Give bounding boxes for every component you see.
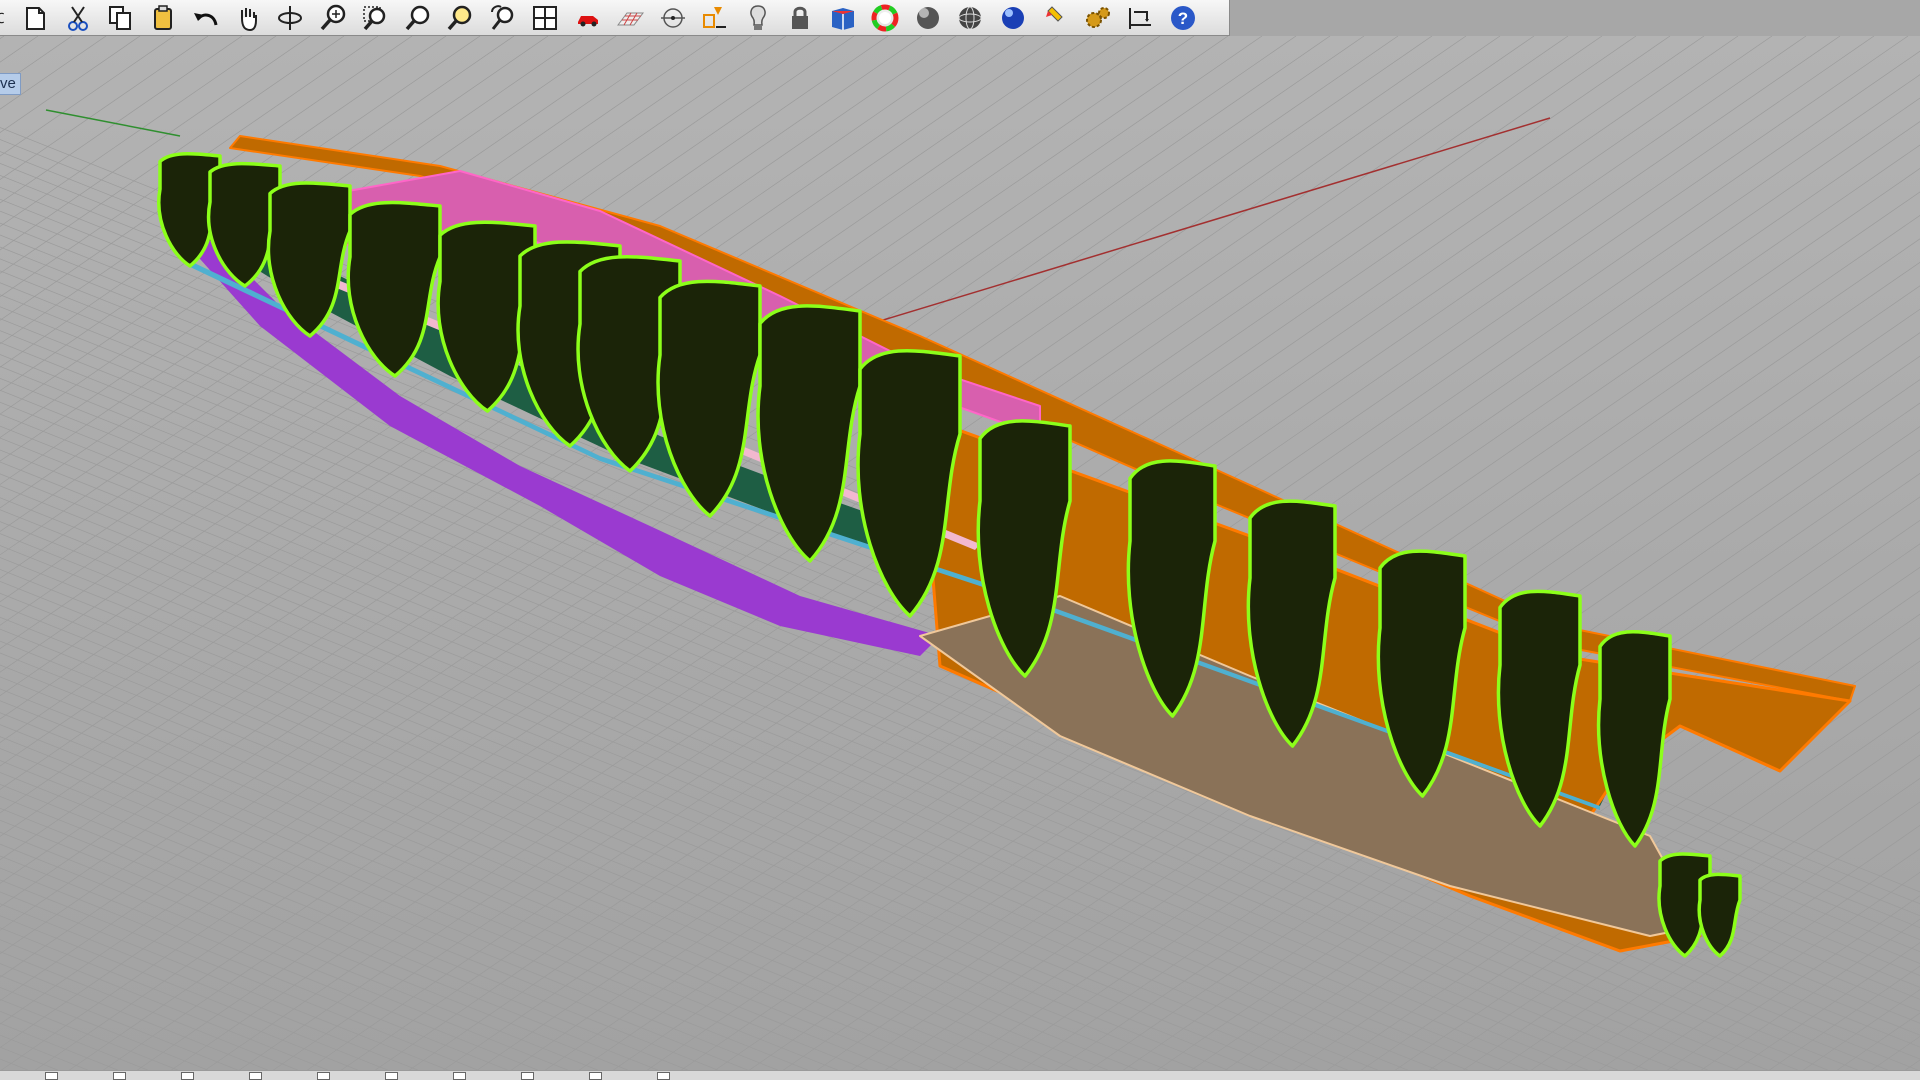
wireframe-sphere-icon xyxy=(958,6,982,29)
osnap-checkbox[interactable] xyxy=(589,1071,602,1080)
undo-icon xyxy=(194,12,218,25)
paste-icon xyxy=(153,4,172,30)
render-sphere-icon xyxy=(1001,6,1024,29)
select-objects-button[interactable] xyxy=(694,1,737,35)
osnap-toggle[interactable] xyxy=(204,1071,272,1080)
color-wheel-icon xyxy=(871,4,899,31)
dimension-button[interactable] xyxy=(1119,1,1162,35)
osnap-checkbox[interactable] xyxy=(453,1071,466,1080)
car-object-icon xyxy=(577,15,598,26)
osnap-toggle[interactable] xyxy=(612,1071,680,1080)
layer-book-icon xyxy=(831,7,854,30)
rotate-icon xyxy=(278,5,303,30)
main-toolbar: ? xyxy=(0,0,1230,36)
osnap-toggle[interactable] xyxy=(136,1071,204,1080)
four-viewports-icon xyxy=(533,5,558,30)
light-bulb-button[interactable] xyxy=(737,1,780,35)
viewport-title-tab[interactable]: ve xyxy=(0,73,21,95)
settings-gears-icon xyxy=(1085,6,1110,28)
shaded-sphere-icon xyxy=(916,6,939,29)
zoom-selected-button[interactable] xyxy=(439,1,482,35)
osnap-toggle[interactable] xyxy=(272,1071,340,1080)
osnap-toggle[interactable] xyxy=(476,1071,544,1080)
help-icon: ? xyxy=(1170,5,1195,30)
perspective-viewport[interactable]: ve xyxy=(0,36,1920,1071)
pan-hand-button[interactable] xyxy=(227,1,270,35)
light-bulb-icon xyxy=(749,4,766,30)
hull-model-scene xyxy=(0,36,1920,1071)
car-object-button[interactable] xyxy=(567,1,610,35)
new-document-icon xyxy=(26,6,46,30)
grid-plane-icon xyxy=(617,12,645,25)
svg-text:?: ? xyxy=(1178,9,1188,28)
lock-icon xyxy=(792,6,809,29)
osnap-checkbox[interactable] xyxy=(657,1071,670,1080)
rotate-view-button[interactable] xyxy=(0,1,14,35)
zoom-extents-icon xyxy=(405,5,429,30)
osnap-checkbox[interactable] xyxy=(317,1071,330,1080)
zoom-dynamic-button[interactable] xyxy=(312,1,355,35)
osnap-checkbox[interactable] xyxy=(45,1071,58,1080)
osnap-status-bar xyxy=(0,1070,1920,1080)
cut-button[interactable] xyxy=(57,1,100,35)
undo-button[interactable] xyxy=(184,1,227,35)
rotate-view-icon xyxy=(0,12,4,23)
cut-icon xyxy=(67,5,88,31)
osnap-checkbox[interactable] xyxy=(181,1071,194,1080)
osnap-toggle[interactable] xyxy=(0,1071,68,1080)
zoom-dynamic-icon xyxy=(320,4,345,30)
highlighter-icon xyxy=(1046,5,1063,22)
osnap-checkbox[interactable] xyxy=(385,1071,398,1080)
undo-view-button[interactable] xyxy=(482,1,525,35)
color-wheel-button[interactable] xyxy=(864,1,907,35)
copy-button[interactable] xyxy=(99,1,142,35)
osnap-toggle[interactable] xyxy=(340,1071,408,1080)
pan-hand-icon xyxy=(240,7,257,31)
undo-view-icon xyxy=(490,4,513,30)
point-snap-icon xyxy=(660,7,685,28)
zoom-window-icon xyxy=(363,5,386,30)
four-viewports-button[interactable] xyxy=(524,1,567,35)
zoom-selected-icon xyxy=(447,5,472,30)
osnap-checkbox[interactable] xyxy=(249,1071,262,1080)
copy-icon xyxy=(109,5,132,30)
render-sphere-button[interactable] xyxy=(992,1,1035,35)
paste-button[interactable] xyxy=(142,1,185,35)
shaded-sphere-button[interactable] xyxy=(907,1,950,35)
point-snap-button[interactable] xyxy=(652,1,695,35)
grid-plane-button[interactable] xyxy=(609,1,652,35)
help-button[interactable]: ? xyxy=(1162,1,1205,35)
osnap-toggle[interactable] xyxy=(408,1071,476,1080)
osnap-toggle[interactable] xyxy=(544,1071,612,1080)
osnap-checkbox[interactable] xyxy=(521,1071,534,1080)
highlighter-button[interactable] xyxy=(1034,1,1077,35)
settings-gears-button[interactable] xyxy=(1077,1,1120,35)
select-objects-icon xyxy=(703,6,727,28)
dimension-icon xyxy=(1129,7,1152,29)
layer-book-button[interactable] xyxy=(822,1,865,35)
osnap-checkbox[interactable] xyxy=(113,1071,126,1080)
new-document-button[interactable] xyxy=(14,1,57,35)
rotate-button[interactable] xyxy=(269,1,312,35)
zoom-extents-button[interactable] xyxy=(397,1,440,35)
zoom-window-button[interactable] xyxy=(354,1,397,35)
lock-button[interactable] xyxy=(779,1,822,35)
osnap-toggle[interactable] xyxy=(68,1071,136,1080)
wireframe-sphere-button[interactable] xyxy=(949,1,992,35)
